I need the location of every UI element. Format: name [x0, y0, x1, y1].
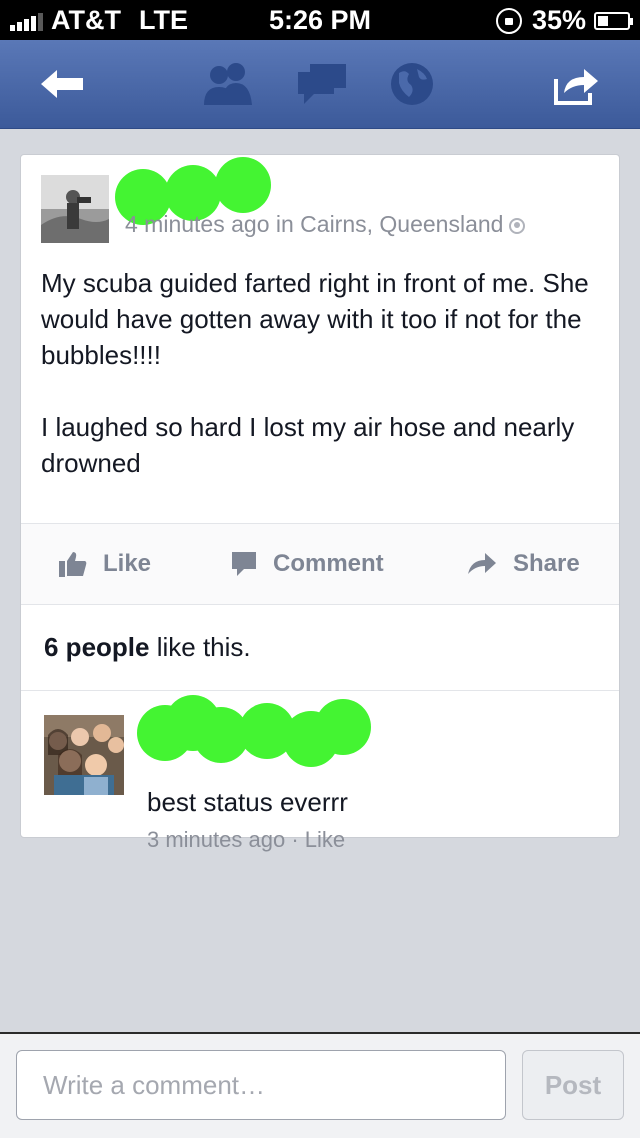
comment-icon	[232, 552, 256, 576]
nav-bar	[0, 40, 640, 129]
share-action-button[interactable]: Share	[467, 524, 580, 604]
author-avatar[interactable]	[41, 175, 109, 243]
post-body: My scuba guided farted right in front of…	[41, 265, 601, 517]
share-label: Share	[513, 550, 580, 577]
battery-label: 35%	[531, 5, 586, 35]
commenter-avatar[interactable]	[44, 715, 124, 795]
comment-like-link[interactable]: Like	[305, 827, 345, 852]
likes-summary[interactable]: 6 people like this.	[21, 604, 619, 691]
comment-item: best status everrr 3 minutes ago · Like	[21, 691, 619, 852]
messages-icon	[298, 64, 346, 104]
friends-button[interactable]	[198, 60, 258, 108]
friends-icon	[204, 63, 252, 105]
back-button[interactable]	[34, 60, 90, 108]
share-icon	[554, 69, 598, 105]
share-button[interactable]	[546, 60, 606, 108]
post-timestamp-location: 4 minutes ago in Cairns, Queensland	[125, 211, 504, 237]
back-arrow-icon	[41, 70, 83, 98]
commenter-photo	[44, 715, 124, 795]
like-label: Like	[103, 550, 152, 577]
comment-composer: Post	[0, 1032, 640, 1138]
rotation-lock-icon	[495, 7, 522, 34]
battery-icon	[594, 11, 633, 30]
post-button[interactable]: Post	[522, 1050, 624, 1120]
redaction-mark	[215, 157, 271, 213]
comment-meta: 3 minutes ago · Like	[147, 827, 345, 853]
avatar-photo	[41, 175, 109, 243]
status-right: 35%	[495, 5, 633, 36]
comment-label: Comment	[273, 550, 384, 577]
likes-text: 6 people like this.	[44, 632, 251, 663]
share-arrow-icon	[468, 553, 496, 574]
post-meta: 4 minutes ago in Cairns, Queensland	[125, 211, 526, 238]
post-card: 4 minutes ago in Cairns, Queensland My s…	[20, 154, 620, 852]
likes-suffix: like this.	[156, 632, 251, 662]
comment-input[interactable]	[16, 1050, 506, 1120]
comment-button[interactable]: Comment	[231, 524, 384, 604]
post-paragraph: My scuba guided farted right in front of…	[41, 268, 589, 370]
likes-count: 6 people	[44, 632, 150, 662]
public-globe-icon	[509, 218, 526, 234]
redaction-mark	[315, 699, 371, 755]
comment-time: 3 minutes ago	[147, 827, 286, 852]
status-bar: AT&T LTE 5:26 PM 35%	[0, 0, 640, 40]
like-button[interactable]: Like	[59, 524, 151, 604]
messages-button[interactable]	[292, 60, 352, 108]
comment-separator: ·	[291, 827, 299, 852]
post-paragraph: I laughed so hard I lost my air hose and…	[41, 412, 575, 478]
thumbs-up-icon	[59, 552, 87, 577]
globe-icon	[391, 63, 433, 105]
comment-text: best status everrr	[147, 787, 348, 817]
action-bar: Like Comment Share	[21, 523, 619, 605]
notifications-button[interactable]	[384, 60, 440, 108]
